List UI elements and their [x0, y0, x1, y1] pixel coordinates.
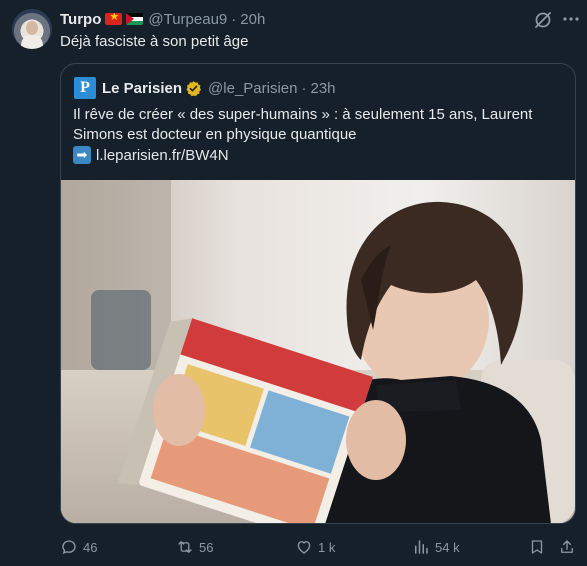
quoted-tweet[interactable]: P Le Parisien @le_Parisien · 23h Il rêve…	[60, 63, 576, 524]
quoted-handle[interactable]: @le_Parisien	[208, 80, 297, 97]
le-parisien-logo[interactable]: P	[74, 77, 96, 99]
bookmark-button[interactable]	[528, 536, 551, 558]
tweet-text: Déjà fasciste à son petit âge	[60, 33, 249, 50]
quoted-text: Il rêve de créer « des super-humains » :…	[73, 106, 533, 143]
author-avatar[interactable]	[12, 9, 52, 49]
share-icon	[561, 540, 573, 553]
repost-icon	[178, 541, 192, 553]
vietnam-flag-icon	[105, 13, 123, 25]
like-button[interactable]: 1 k	[295, 536, 335, 558]
reply-icon	[62, 540, 76, 555]
quoted-separator-dot: ·	[301, 79, 307, 97]
tweet-actions: 46 56 1 k 54 k	[60, 536, 580, 558]
palestine-flag-icon	[126, 13, 144, 25]
more-icon[interactable]	[561, 9, 581, 29]
quoted-link[interactable]: l.leparisien.fr/BW4N	[96, 147, 229, 164]
views-button[interactable]: 54 k	[412, 536, 460, 558]
quoted-photo[interactable]	[61, 180, 575, 523]
grok-icon[interactable]	[533, 10, 553, 30]
share-button[interactable]	[558, 536, 581, 558]
quoted-time[interactable]: 23h	[310, 80, 335, 97]
quoted-author-name[interactable]: Le Parisien	[102, 80, 182, 97]
views-chart-icon	[415, 540, 428, 554]
quoted-link-row: ➡ l.leparisien.fr/BW4N	[73, 145, 229, 165]
separator-dot: ·	[231, 10, 237, 28]
author-handle[interactable]: @Turpeau9	[148, 11, 227, 28]
avatar-body	[21, 35, 43, 49]
author-name[interactable]: Turpo	[60, 11, 101, 28]
heart-icon	[297, 541, 311, 554]
bookmark-icon	[531, 540, 543, 554]
quoted-header: P Le Parisien @le_Parisien · 23h	[74, 77, 336, 99]
tweet-header: Turpo @Turpeau9 · 20h	[60, 9, 265, 29]
avatar-face	[26, 21, 38, 35]
like-count: 1 k	[318, 539, 336, 555]
right-arrow-icon: ➡	[73, 146, 91, 164]
tweet-time[interactable]: 20h	[240, 11, 265, 28]
reply-count: 46	[83, 539, 98, 555]
repost-count: 56	[199, 539, 214, 555]
reply-button[interactable]: 46	[60, 536, 97, 558]
repost-button[interactable]: 56	[176, 536, 213, 558]
verified-badge-icon	[186, 80, 202, 96]
boy-reading-comic-photo	[61, 180, 575, 523]
views-count: 54 k	[435, 539, 460, 555]
